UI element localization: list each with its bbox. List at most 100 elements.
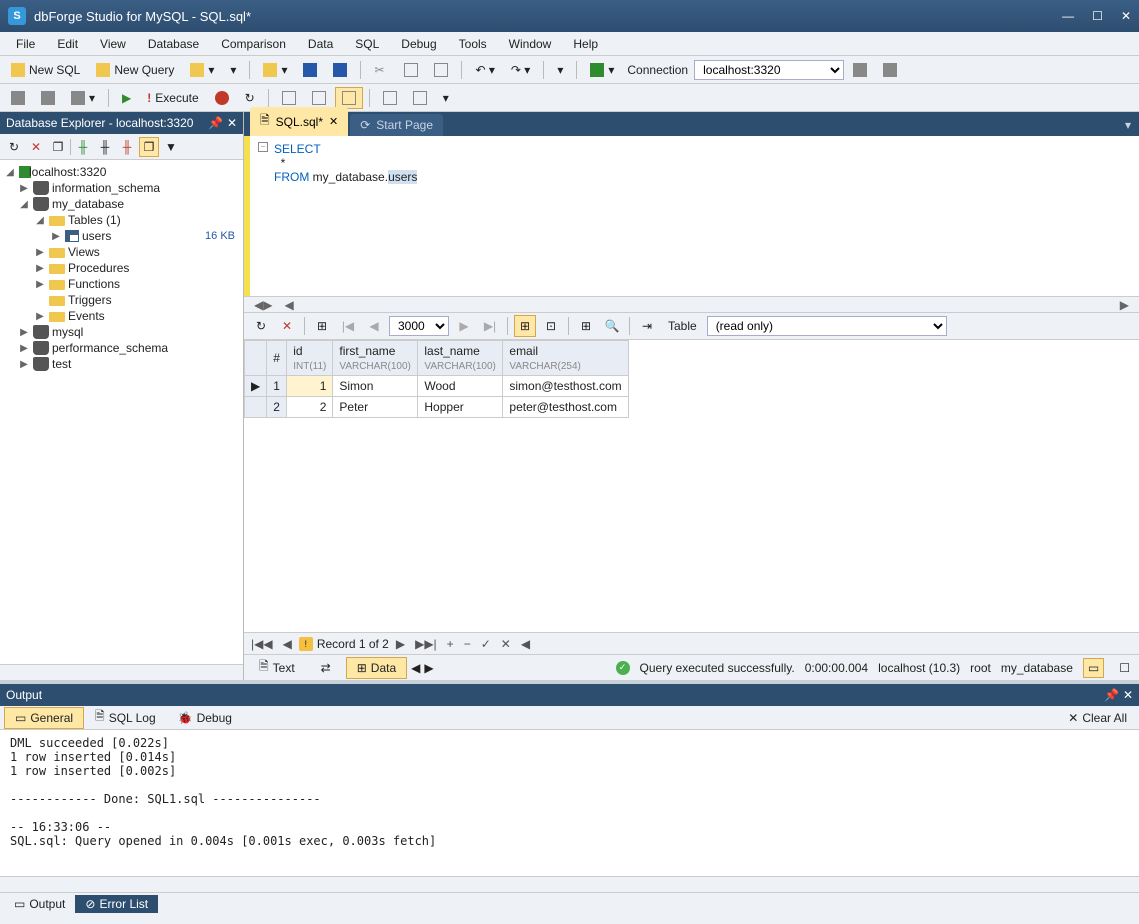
copy-button[interactable] (397, 59, 425, 81)
clear-all-button[interactable]: ✕Clear All (1060, 708, 1135, 728)
db-node[interactable]: ▶performance_schema (2, 340, 241, 356)
open-dropdown[interactable]: ▾ (183, 59, 221, 81)
cell-id[interactable]: 1 (287, 376, 333, 397)
pin-icon[interactable]: 📌 (208, 116, 223, 130)
menu-edit[interactable]: Edit (47, 34, 88, 54)
nav-add[interactable]: + (444, 637, 457, 651)
table-row[interactable]: 2 2 Peter Hopper peter@testhost.com (245, 397, 629, 418)
tab-overflow[interactable]: ▾ (1117, 114, 1139, 136)
cell-em[interactable]: simon@testhost.com (503, 376, 628, 397)
view-toggle-1[interactable]: ▭ (1083, 658, 1104, 678)
execute-button[interactable]: !Execute (140, 87, 205, 109)
nav-next[interactable]: ▶ (393, 637, 408, 651)
cut-button[interactable]: ✂ (367, 59, 395, 81)
view-tool-4[interactable] (376, 87, 404, 109)
last-page[interactable]: ▶| (479, 315, 501, 337)
connection-icon[interactable]: ▾ (583, 59, 621, 81)
fold-icon[interactable]: − (258, 142, 268, 152)
filter-1[interactable]: ╫ (73, 137, 93, 157)
tab-start[interactable]: ⟳Start Page (350, 114, 443, 136)
errors-btab[interactable]: ⊘Error List (75, 895, 158, 913)
nav-first[interactable]: |◀◀ (248, 637, 276, 651)
output-scrollbar[interactable] (0, 876, 1139, 892)
close-button[interactable]: ✕ (1121, 9, 1131, 23)
page-select[interactable]: 3000 (389, 316, 449, 336)
nav-prev[interactable]: ◀ (280, 637, 295, 651)
grid-mode-1[interactable]: ⊞ (514, 315, 536, 337)
cell-ln[interactable]: Wood (418, 376, 503, 397)
refresh-button[interactable]: ↻ (238, 87, 262, 109)
grid-mode-2[interactable]: ⊡ (540, 315, 562, 337)
menu-view[interactable]: View (90, 34, 136, 54)
filter-4[interactable]: ❐ (139, 137, 159, 157)
prev-page[interactable]: ◀ (363, 315, 385, 337)
view-tool-2[interactable] (305, 87, 333, 109)
panel-close-icon[interactable]: ✕ (227, 116, 237, 130)
text-tab[interactable]: 🗎Text (248, 653, 306, 682)
menu-comparison[interactable]: Comparison (211, 34, 296, 54)
debug-tab[interactable]: 🐞Debug (167, 707, 243, 729)
table-row[interactable]: ▶ 1 1 Simon Wood simon@testhost.com (245, 376, 629, 397)
filter-2[interactable]: ╫ (95, 137, 115, 157)
grid-view-icon[interactable]: ⊞ (311, 315, 333, 337)
connection-select[interactable]: localhost:3320 (694, 60, 844, 80)
nav-last[interactable]: ▶▶| (412, 637, 440, 651)
col-id[interactable]: idINT(11) (287, 341, 333, 376)
menu-help[interactable]: Help (563, 34, 608, 54)
save-button[interactable] (296, 59, 324, 81)
tab-sql[interactable]: 🗎SQL.sql*✕ (250, 107, 348, 136)
undo-button[interactable]: ↶ ▾ (468, 59, 501, 81)
folder-node[interactable]: Triggers (2, 292, 241, 308)
cell-fn[interactable]: Simon (333, 376, 418, 397)
db-node[interactable]: ◢my_database (2, 196, 241, 212)
menu-file[interactable]: File (6, 34, 45, 54)
close-icon[interactable]: ✕ (329, 115, 338, 128)
general-tab[interactable]: ▭General (4, 707, 84, 729)
db-tool-3[interactable]: ▾ (64, 87, 102, 109)
menu-database[interactable]: Database (138, 34, 209, 54)
menu-tools[interactable]: Tools (449, 34, 497, 54)
folder-node[interactable]: ▶Procedures (2, 260, 241, 276)
export-button[interactable]: ⇥ (636, 315, 658, 337)
nav-back[interactable]: ◀ (518, 637, 533, 651)
col-email[interactable]: emailVARCHAR(254) (503, 341, 628, 376)
col-last-name[interactable]: last_nameVARCHAR(100) (418, 341, 503, 376)
dropdown-button[interactable]: ▾ (223, 59, 243, 81)
run-button[interactable]: ▶ (115, 87, 138, 109)
db-node[interactable]: ▶test (2, 356, 241, 372)
output-body[interactable]: DML succeeded [0.022s] 1 row inserted [0… (0, 730, 1139, 876)
next-page[interactable]: ▶ (453, 315, 475, 337)
conn-tool2-button[interactable] (876, 59, 904, 81)
search-button[interactable]: 🔍 (601, 315, 623, 337)
explorer-scrollbar[interactable] (0, 664, 243, 680)
filter-3[interactable]: ╫ (117, 137, 137, 157)
sql-log-tab[interactable]: 🗎SQL Log (84, 703, 167, 732)
nav-ok[interactable]: ✓ (478, 637, 494, 651)
db-tool-2[interactable] (34, 87, 62, 109)
db-node[interactable]: ▶information_schema (2, 180, 241, 196)
menu-debug[interactable]: Debug (391, 34, 446, 54)
menu-data[interactable]: Data (298, 34, 343, 54)
folder-node[interactable]: ▶Events (2, 308, 241, 324)
minimize-button[interactable]: — (1062, 9, 1074, 23)
menu-window[interactable]: Window (499, 34, 562, 54)
view-toggle-2[interactable]: ☐ (1114, 658, 1135, 678)
db-tool-1[interactable] (4, 87, 32, 109)
editor-scroll[interactable]: ◀▶◀▶ (244, 296, 1139, 312)
tables-folder[interactable]: ◢Tables (1) (2, 212, 241, 228)
col-first-name[interactable]: first_nameVARCHAR(100) (333, 341, 418, 376)
nav-cancel[interactable]: ✕ (498, 637, 514, 651)
view-tool-1[interactable] (275, 87, 303, 109)
menu-sql[interactable]: SQL (345, 34, 389, 54)
dropdown-3[interactable]: ▾ (436, 87, 456, 109)
col-num[interactable]: # (267, 341, 287, 376)
filter-5[interactable]: ▼ (161, 137, 181, 157)
data-prev[interactable]: ◀ (411, 661, 420, 675)
new-query-button[interactable]: New Query (89, 59, 181, 81)
refresh-tree-button[interactable]: ↻ (4, 137, 24, 157)
paste-button[interactable] (427, 59, 455, 81)
server-node[interactable]: ◢localhost:3320 (2, 164, 241, 180)
redo-button[interactable]: ↷ ▾ (504, 59, 537, 81)
pin-icon[interactable]: 📌 (1104, 688, 1119, 702)
result-grid[interactable]: # idINT(11) first_nameVARCHAR(100) last_… (244, 340, 1139, 632)
